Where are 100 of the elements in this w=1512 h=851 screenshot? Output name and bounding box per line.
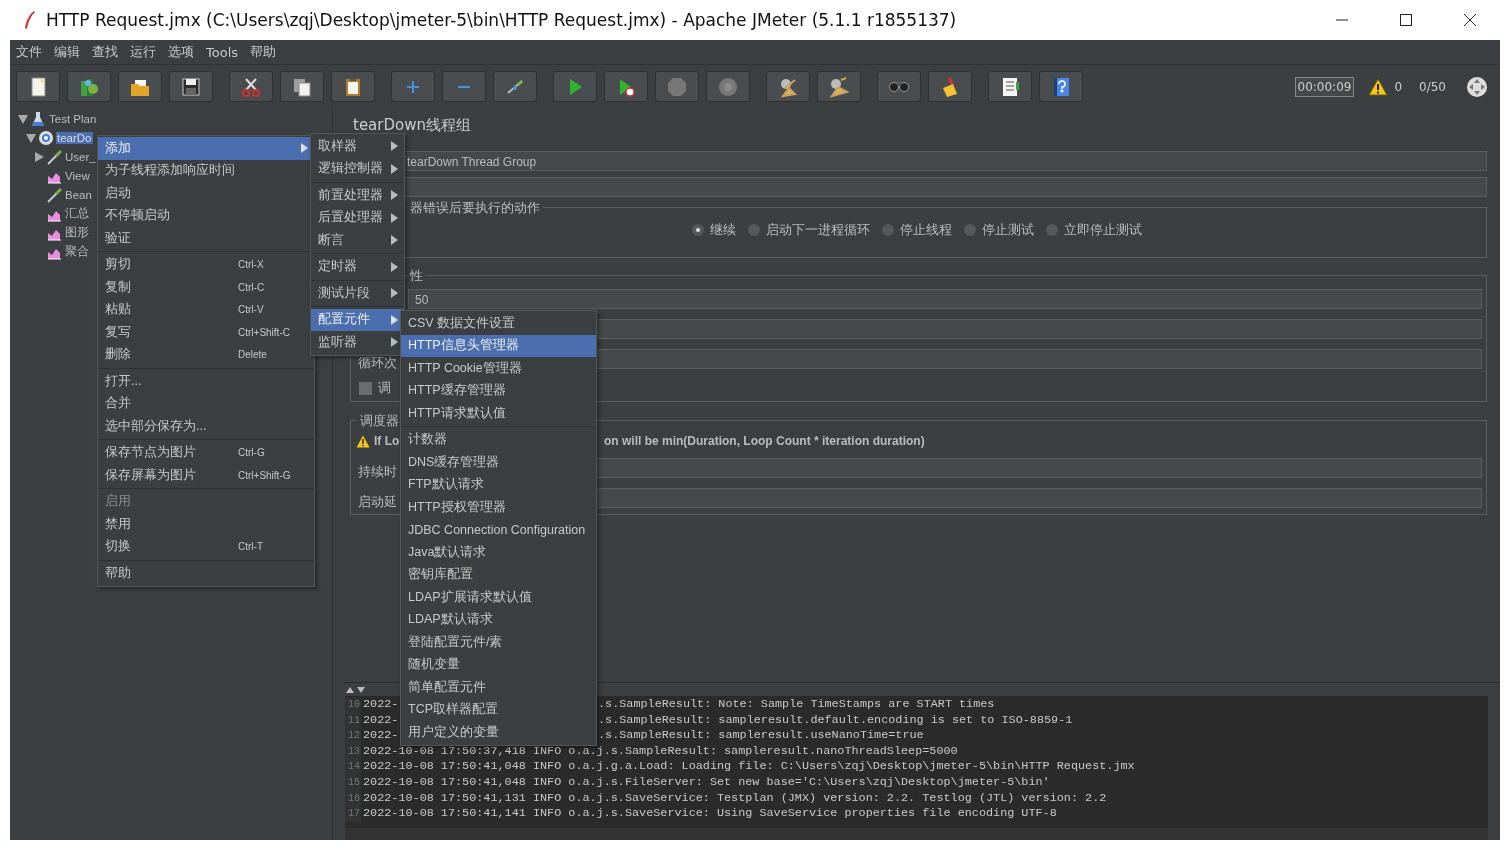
menu-item[interactable]: 前置处理器: [311, 184, 404, 207]
radio-button[interactable]: [963, 224, 976, 236]
toolbar-button[interactable]: [169, 71, 213, 102]
toolbar-button[interactable]: [766, 71, 810, 102]
warning-text: on will be min(Duration, Loop Count * iteration duration): [604, 434, 925, 448]
menu-item[interactable]: 配置元件: [311, 308, 404, 331]
toolbar-button[interactable]: [67, 71, 111, 102]
menu-item[interactable]: 登陆配置元件/素: [401, 631, 596, 654]
menu-item[interactable]: 合并: [98, 392, 314, 415]
toolbar-button[interactable]: [331, 71, 375, 102]
menu-item[interactable]: 查找: [86, 43, 124, 61]
menu-item[interactable]: 帮助: [98, 562, 314, 585]
toolbar-button[interactable]: [1039, 71, 1083, 102]
menu-item[interactable]: 计数器: [401, 428, 596, 451]
circle-arrows-icon: [1466, 75, 1488, 98]
menu-item[interactable]: 随机变量: [401, 653, 596, 676]
menu-item[interactable]: 验证: [98, 227, 314, 250]
tree-item[interactable]: 图形: [64, 225, 90, 240]
toolbar-button[interactable]: [118, 71, 162, 102]
menu-item[interactable]: 密钥库配置: [401, 563, 596, 586]
menu-item[interactable]: 测试片段: [311, 282, 404, 305]
shortcut-text: Ctrl+Shift-C: [238, 326, 290, 338]
radio-button[interactable]: [1045, 224, 1058, 236]
menu-item[interactable]: 选中部分保存为...: [98, 415, 314, 438]
binoculars-icon: [888, 80, 910, 93]
menu-item[interactable]: 保存节点为图片 Ctrl-G: [98, 441, 314, 464]
toolbar-button[interactable]: [229, 71, 273, 102]
menu-item[interactable]: HTTP授权管理器: [401, 496, 596, 519]
log-text: 2022-: [363, 728, 399, 743]
toolbar-button[interactable]: [817, 71, 861, 102]
menu-item[interactable]: 粘贴 Ctrl-V: [98, 298, 314, 321]
log-text: 2022-10-08 17:50:37,418 INFO o.a.j.s.SampleResult: sampleresult.nanoThreadSleep=5000: [363, 743, 958, 760]
menu-item[interactable]: FTP默认请求: [401, 473, 596, 496]
menu-item[interactable]: 选项: [162, 43, 200, 61]
menu-item[interactable]: 帮助: [244, 43, 283, 61]
menu-item[interactable]: HTTP请求默认值: [401, 402, 596, 425]
collapse-arrow-icon[interactable]: [26, 132, 36, 143]
radio-label: 继续: [709, 221, 736, 239]
toolbar-button[interactable]: [280, 71, 324, 102]
menu-item[interactable]: HTTP Cookie管理器: [401, 357, 596, 380]
menu-item[interactable]: 编辑: [48, 43, 86, 61]
menu-item[interactable]: DNS缓存管理器: [401, 451, 596, 474]
toolbar-button[interactable]: [604, 71, 648, 102]
menu-item[interactable]: 用户定义的变量: [401, 721, 596, 744]
checkbox[interactable]: [359, 381, 372, 395]
radio-button[interactable]: [747, 224, 760, 236]
menu-item[interactable]: 复制 Ctrl-C: [98, 276, 314, 299]
menu-item[interactable]: JDBC Connection Configuration: [401, 518, 596, 541]
menu-item[interactable]: 删除 Delete: [98, 343, 314, 366]
tree-item[interactable]: 汇总: [64, 206, 90, 221]
menu-item[interactable]: LDAP扩展请求默认值: [401, 586, 596, 609]
menu-item[interactable]: 定时器: [311, 255, 404, 278]
menu-item[interactable]: Java默认请求: [401, 541, 596, 564]
menu-item[interactable]: Tools: [200, 44, 245, 60]
group-label: 器错误后要执行的动作: [407, 200, 543, 216]
toolbar-button[interactable]: [16, 71, 60, 102]
shortcut-text: Ctrl-G: [238, 447, 265, 459]
menu-item[interactable]: TCP取样器配置: [401, 698, 596, 721]
tree-item[interactable]: View: [64, 169, 91, 182]
menu-item[interactable]: 简单配置元件: [401, 676, 596, 699]
input-field[interactable]: 50: [408, 289, 1482, 309]
menu-item[interactable]: 切换 Ctrl-T: [98, 535, 314, 558]
shortcut-text: Delete: [238, 349, 267, 361]
menu-item[interactable]: 后置处理器: [311, 206, 404, 229]
collapse-arrow-icon[interactable]: [18, 113, 28, 124]
menu-item[interactable]: LDAP默认请求: [401, 608, 596, 631]
tree-item[interactable]: Test Plan: [48, 112, 98, 125]
radio-button[interactable]: [881, 224, 894, 236]
field-label: 启动延: [358, 493, 397, 511]
menu-item[interactable]: 不停顿启动: [98, 204, 314, 227]
tree-item[interactable]: Bean: [64, 188, 93, 201]
toolbar-button[interactable]: [928, 71, 972, 102]
toolbar-button[interactable]: [988, 71, 1032, 102]
scrollbar[interactable]: [345, 828, 1488, 840]
menu-item[interactable]: 打开...: [98, 370, 314, 393]
menu-item[interactable]: HTTP信息头管理器: [401, 334, 596, 357]
feather-icon: [22, 10, 36, 30]
menu-item[interactable]: CSV 数据文件设置: [401, 312, 596, 335]
menu-item[interactable]: 监听器: [311, 331, 404, 354]
tree-item[interactable]: tearDo: [56, 131, 93, 144]
pipette-icon: [46, 186, 62, 203]
radio-button[interactable]: [691, 224, 704, 236]
gear-icon: [38, 129, 54, 146]
menu-item[interactable]: HTTP缓存管理器: [401, 379, 596, 402]
log-text: 2022-: [363, 712, 399, 727]
menu-item[interactable]: 为子线程添加响应时间: [98, 159, 314, 182]
tree-item[interactable]: 聚合: [64, 244, 90, 259]
menu-item[interactable]: 复写 Ctrl+Shift-C: [98, 321, 314, 344]
menu-item[interactable]: 启动: [98, 182, 314, 205]
menu-item[interactable]: 断言: [311, 229, 404, 252]
menu-item[interactable]: 禁用: [98, 513, 314, 536]
tree-item[interactable]: User_: [64, 150, 97, 163]
menu-item[interactable]: 剪切 Ctrl-X: [98, 253, 314, 276]
warning-count: 0: [1394, 79, 1403, 94]
menu-item[interactable]: 运行: [124, 43, 162, 61]
menu-item[interactable]: 保存屏幕为图片 Ctrl+Shift-G: [98, 464, 314, 487]
log-text: .s.SampleResult: sampleresult.default.encoding is set to ISO-8859-1: [598, 712, 1073, 729]
expand-arrow-icon[interactable]: [34, 151, 44, 162]
shortcut-text: Ctrl-C: [238, 281, 265, 293]
menu-item[interactable]: 文件: [10, 43, 48, 61]
